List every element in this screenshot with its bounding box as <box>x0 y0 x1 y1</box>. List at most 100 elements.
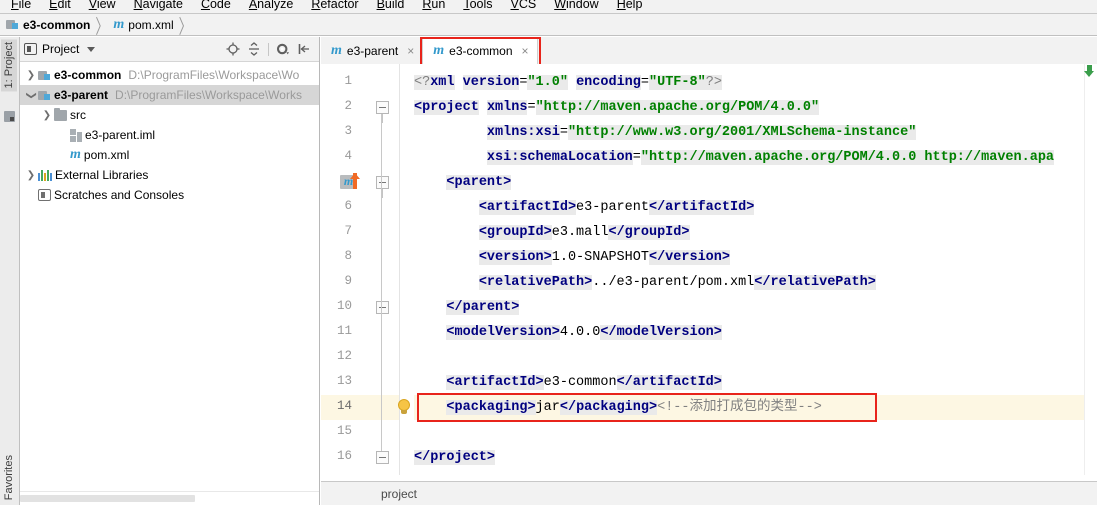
line-number-13: 13 <box>322 374 352 388</box>
settings-gear-icon[interactable] <box>276 42 290 56</box>
code-token-txt <box>479 100 487 115</box>
code-token-txt: e3.mall <box>552 225 609 240</box>
code-token-brack: < <box>479 275 487 290</box>
menu-item-tools[interactable]: Tools <box>454 0 501 11</box>
code-line-13: <artifactId>e3-common</artifactId> <box>414 370 1097 395</box>
tree-row-label: External Libraries <box>55 168 148 182</box>
menu-item-analyze[interactable]: Analyze <box>240 0 302 11</box>
collapse-all-icon[interactable] <box>247 42 261 56</box>
module-icon <box>38 90 51 101</box>
menu-item-build[interactable]: Build <box>368 0 414 11</box>
code-token-brack: > <box>714 375 722 390</box>
code-token-brack: > <box>568 200 576 215</box>
line-number-11: 11 <box>322 324 352 338</box>
fold-marker-line-5[interactable] <box>376 176 389 189</box>
iml-icon <box>70 129 82 142</box>
code-token-txt <box>414 300 446 315</box>
menu-item-run[interactable]: Run <box>413 0 454 11</box>
line-number-2: 2 <box>322 99 352 113</box>
code-line-9: <relativePath>../e3-parent/pom.xml</rela… <box>414 270 1097 295</box>
tree-toggle-arrow-icon[interactable] <box>40 109 54 121</box>
code-token-brack: > <box>681 225 689 240</box>
editor-gutter[interactable]: 12345678910111213141516m <box>321 64 400 481</box>
menu-item-vcs[interactable]: VCS <box>502 0 546 11</box>
line-number-14: 14 <box>322 399 352 413</box>
code-token-txt: = <box>560 125 568 140</box>
code-token-val: "1.0" <box>527 75 568 90</box>
editor-tab-label: e3-parent <box>347 44 398 58</box>
tree-row-e3-common[interactable]: e3-commonD:\ProgramFiles\Workspace\Wo <box>20 65 319 85</box>
download-arrow-icon[interactable] <box>1084 65 1095 78</box>
menu-bar: FileEditViewNavigateCodeAnalyzeRefactorB… <box>0 0 1097 14</box>
code-token-txt <box>455 75 463 90</box>
code-token-txt: 1.0-SNAPSHOT <box>552 250 649 265</box>
stripe-structure-icon[interactable] <box>4 111 15 122</box>
editor-marker-stripe[interactable] <box>1084 64 1097 481</box>
code-token-txt <box>414 375 446 390</box>
fold-marker-line-2[interactable] <box>376 101 389 114</box>
tree-row-external-libraries[interactable]: External Libraries <box>20 165 319 185</box>
breadcrumb-module[interactable]: e3-common <box>6 18 90 32</box>
code-token-brack: > <box>487 450 495 465</box>
code-line-2: <project xmlns="http://maven.apache.org/… <box>414 95 1097 120</box>
project-panel-title-label: Project <box>42 42 79 56</box>
editor-code-area[interactable]: 12345678910111213141516m <?xml version="… <box>321 64 1097 481</box>
breadcrumb-file-label: pom.xml <box>128 18 173 32</box>
hide-icon[interactable] <box>297 42 311 56</box>
tree-toggle-arrow-icon[interactable] <box>24 169 38 181</box>
code-token-txt <box>414 125 487 140</box>
code-token-tag: project <box>422 100 479 115</box>
fold-marker-line-10[interactable] <box>376 301 389 314</box>
tree-row-pom-xml[interactable]: mpom.xml <box>20 145 319 165</box>
editor-tab-e3-common[interactable]: me3-common× <box>423 37 537 64</box>
editor-source-code[interactable]: <?xml version="1.0" encoding="UTF-8"?><p… <box>400 64 1097 481</box>
editor-tab-e3-parent[interactable]: m e3-parent × <box>321 37 423 64</box>
tree-row-e3-parent-iml[interactable]: e3-parent.iml <box>20 125 319 145</box>
menu-item-file[interactable]: File <box>2 0 40 11</box>
close-icon[interactable]: × <box>407 45 414 57</box>
tree-row-label: pom.xml <box>84 148 129 162</box>
code-line-4: xsi:schemaLocation="http://maven.apache.… <box>414 145 1097 170</box>
project-panel-title[interactable]: Project <box>24 42 95 56</box>
code-token-tag: modelVersion <box>455 325 552 340</box>
editor-breadcrumb-project[interactable]: project <box>381 487 417 501</box>
tree-toggle-arrow-icon[interactable] <box>24 69 38 81</box>
maven-update-icon[interactable]: m <box>340 173 362 190</box>
code-token-tag: artifactId <box>633 375 714 390</box>
code-token-brack: > <box>746 200 754 215</box>
menu-item-edit[interactable]: Edit <box>40 0 80 11</box>
tree-row-e3-parent[interactable]: e3-parentD:\ProgramFiles\Workspace\Works <box>20 85 319 105</box>
code-token-txt: e3-parent <box>576 200 649 215</box>
line-number-4: 4 <box>322 149 352 163</box>
code-token-tag: artifactId <box>665 200 746 215</box>
code-token-brack: > <box>649 400 657 415</box>
line-number-15: 15 <box>322 424 352 438</box>
tree-row-scratches-and-consoles[interactable]: Scratches and Consoles <box>20 185 319 205</box>
library-icon <box>38 169 52 181</box>
breadcrumb-file[interactable]: m pom.xml <box>113 18 173 32</box>
stripe-button-favorites[interactable]: Favorites <box>1 452 17 503</box>
code-token-tag: packaging <box>576 400 649 415</box>
locate-icon[interactable] <box>226 42 240 56</box>
maven-m-icon: m <box>331 44 342 58</box>
tree-row-src[interactable]: src <box>20 105 319 125</box>
code-token-txt <box>414 175 446 190</box>
project-tree-hscrollbar-thumb[interactable] <box>20 495 195 502</box>
stripe-button-project[interactable]: 1: Project <box>1 39 17 91</box>
menu-item-help[interactable]: Help <box>608 0 652 11</box>
close-icon[interactable]: × <box>522 45 529 57</box>
code-token-val: "http://www.w3.org/2001/XMLSchema-instan… <box>568 125 916 140</box>
tree-row-path: D:\ProgramFiles\Workspace\Wo <box>128 68 299 82</box>
code-token-brack: > <box>544 225 552 240</box>
code-token-brack: </ <box>608 225 624 240</box>
tree-toggle-arrow-icon[interactable] <box>24 89 38 101</box>
fold-marker-line-16[interactable] <box>376 451 389 464</box>
menu-item-refactor[interactable]: Refactor <box>302 0 367 11</box>
chevron-down-icon[interactable] <box>87 47 95 52</box>
code-token-brack: </ <box>649 250 665 265</box>
project-tree-hscrollbar[interactable] <box>20 491 319 505</box>
code-token-tag: version <box>487 250 544 265</box>
menu-item-code[interactable]: Code <box>192 0 240 11</box>
menu-item-window[interactable]: Window <box>545 0 607 11</box>
code-token-brack: </ <box>414 450 430 465</box>
